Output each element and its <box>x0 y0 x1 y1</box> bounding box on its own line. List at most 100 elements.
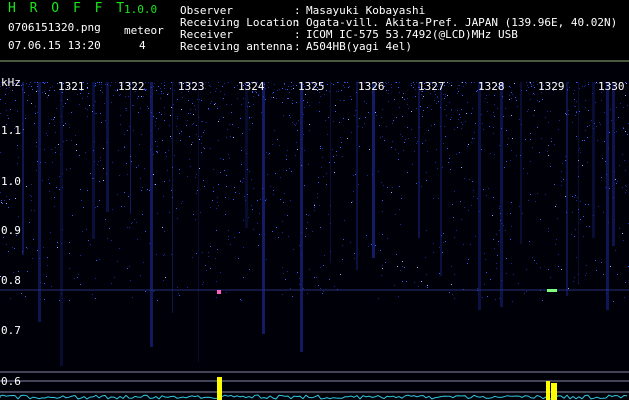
noise-speck <box>565 113 566 114</box>
noise-speck <box>83 207 84 208</box>
noise-speck <box>192 142 193 143</box>
noise-speck <box>164 85 165 86</box>
noise-speck <box>588 110 589 111</box>
noise-speck <box>82 98 83 99</box>
noise-speck <box>454 191 455 192</box>
noise-speck <box>616 131 617 132</box>
noise-speck <box>44 283 45 284</box>
noise-speck <box>475 236 476 237</box>
noise-speck <box>229 124 230 125</box>
noise-speck <box>407 172 408 173</box>
noise-speck <box>216 230 217 231</box>
noise-speck <box>241 104 242 105</box>
noise-speck <box>67 99 68 100</box>
noise-streak <box>520 82 522 244</box>
noise-speck <box>228 154 229 155</box>
noise-speck <box>167 170 168 171</box>
noise-speck <box>280 199 281 200</box>
noise-speck <box>37 90 38 91</box>
noise-speck <box>258 94 259 95</box>
noise-speck <box>143 262 144 263</box>
noise-speck <box>533 82 534 83</box>
noise-speck <box>486 195 487 196</box>
noise-speck <box>297 149 298 150</box>
noise-speck <box>282 102 283 103</box>
noise-speck <box>392 187 393 188</box>
noise-speck <box>511 115 512 116</box>
noise-speck <box>587 137 588 138</box>
noise-speck <box>511 150 512 151</box>
noise-speck <box>87 116 88 117</box>
noise-speck <box>540 267 541 268</box>
noise-speck <box>571 234 572 235</box>
noise-speck <box>231 112 232 113</box>
noise-speck <box>251 205 252 206</box>
noise-speck <box>451 85 452 86</box>
noise-speck <box>155 125 156 126</box>
noise-speck <box>296 102 297 103</box>
noise-streak <box>500 82 503 307</box>
noise-speck <box>400 134 401 135</box>
noise-speck <box>524 293 525 294</box>
noise-speck <box>171 107 172 108</box>
noise-speck <box>124 147 125 148</box>
noise-speck <box>438 101 439 102</box>
noise-speck <box>583 216 584 217</box>
noise-speck <box>36 146 37 147</box>
noise-speck <box>575 195 576 196</box>
noise-speck <box>423 110 424 111</box>
noise-speck <box>537 193 538 194</box>
noise-speck <box>204 130 205 131</box>
noise-speck <box>526 90 527 91</box>
noise-speck <box>69 268 70 269</box>
noise-speck <box>176 126 177 127</box>
noise-speck <box>206 270 207 271</box>
time-tick-label: 1329 <box>538 80 565 93</box>
noise-speck <box>444 126 445 127</box>
noise-speck <box>308 215 309 216</box>
time-tick-label: 1327 <box>418 80 445 93</box>
noise-speck <box>326 173 327 174</box>
noise-speck <box>483 189 484 190</box>
noise-speck <box>259 213 260 214</box>
noise-speck <box>385 82 386 83</box>
noise-speck <box>530 161 531 162</box>
noise-speck <box>451 284 452 285</box>
noise-speck <box>218 82 219 83</box>
noise-speck <box>244 196 245 197</box>
noise-speck <box>158 86 159 87</box>
noise-speck <box>43 82 44 83</box>
noise-speck <box>79 155 80 156</box>
noise-speck <box>349 86 350 87</box>
noise-speck <box>204 186 205 187</box>
noise-speck <box>44 91 45 92</box>
noise-speck <box>201 136 202 137</box>
noise-speck <box>450 169 451 170</box>
noise-speck <box>386 126 387 127</box>
noise-speck <box>487 111 488 112</box>
noise-speck <box>556 204 557 205</box>
noise-speck <box>303 288 304 289</box>
noise-speck <box>535 201 536 202</box>
noise-speck <box>499 206 500 207</box>
y-tick-label: 1.1 <box>1 124 21 137</box>
noise-speck <box>76 144 77 145</box>
noise-speck <box>205 265 206 266</box>
noise-speck <box>322 293 323 294</box>
noise-speck <box>519 206 520 207</box>
noise-speck <box>561 181 562 182</box>
noise-speck <box>85 108 86 109</box>
noise-speck <box>77 94 78 95</box>
noise-speck <box>95 83 96 84</box>
noise-speck <box>187 287 188 288</box>
noise-speck <box>47 97 48 98</box>
noise-speck <box>537 127 538 128</box>
noise-speck <box>129 266 130 267</box>
noise-speck <box>85 152 86 153</box>
noise-speck <box>336 91 337 92</box>
noise-streak <box>262 82 265 334</box>
noise-speck <box>258 245 259 246</box>
noise-speck <box>460 117 461 118</box>
noise-speck <box>182 97 183 98</box>
noise-speck <box>29 222 30 223</box>
